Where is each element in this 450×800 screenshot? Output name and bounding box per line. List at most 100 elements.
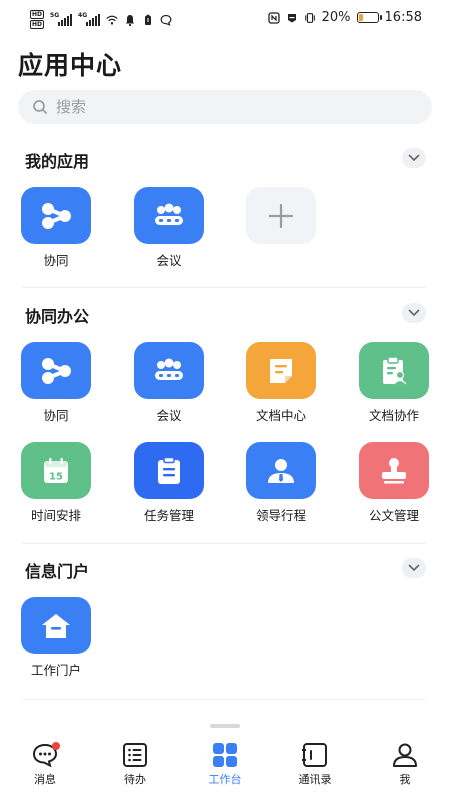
bottom-navigation: 消息 待办 工作台 通讯录 我 xyxy=(0,736,450,800)
my-apps-collapse-button[interactable] xyxy=(402,148,426,168)
app-label: 会议 xyxy=(156,253,182,268)
app-tile xyxy=(134,342,204,399)
section-divider xyxy=(22,543,426,544)
status-bar: HD HD 5G 4G 20% 16:58 xyxy=(0,0,450,40)
chat-status-icon xyxy=(160,14,172,26)
add-app-button[interactable] xyxy=(236,187,326,244)
nav-todo[interactable]: 待办 xyxy=(90,736,180,800)
app-tile: 15 xyxy=(21,442,91,499)
section-title-portal: 信息门户 xyxy=(25,562,90,581)
app-collaboration-office[interactable]: 协同 xyxy=(11,342,101,424)
app-document-center[interactable]: 文档中心 xyxy=(236,342,326,424)
section-divider xyxy=(22,287,426,288)
nav-profile[interactable]: 我 xyxy=(360,736,450,800)
calendar-icon: 15 xyxy=(44,457,68,483)
app-tile xyxy=(359,342,429,399)
document-collab-icon xyxy=(383,355,407,384)
app-tile xyxy=(359,442,429,499)
search-bar[interactable] xyxy=(18,90,432,124)
app-work-portal[interactable]: 工作门户 xyxy=(11,597,101,679)
app-tile xyxy=(134,442,204,499)
todo-icon xyxy=(123,743,147,767)
page-title: 应用中心 xyxy=(18,51,123,80)
app-label: 公文管理 xyxy=(368,508,419,523)
app-label: 协同 xyxy=(43,408,69,423)
leader-schedule-icon xyxy=(268,458,294,483)
app-task-management[interactable]: 任务管理 xyxy=(124,442,214,524)
app-label: 会议 xyxy=(156,408,182,423)
unread-badge xyxy=(52,742,60,750)
battery-percent: 20% xyxy=(321,10,351,25)
nfc-icon xyxy=(267,11,280,24)
app-label: 文档中心 xyxy=(255,408,306,423)
clock: 16:58 xyxy=(384,10,422,25)
app-tile xyxy=(21,342,91,399)
notification-bell-icon xyxy=(125,14,135,26)
section-divider xyxy=(22,699,426,700)
app-meeting[interactable]: 会议 xyxy=(124,187,214,269)
collaboration-icon xyxy=(42,202,71,229)
section-title-office: 协同办公 xyxy=(25,307,90,326)
section-title-my-apps: 我的应用 xyxy=(25,152,90,171)
document-icon xyxy=(270,358,292,383)
nav-label: 通讯录 xyxy=(298,773,332,786)
app-document-collab[interactable]: 文档协作 xyxy=(349,342,439,424)
chevron-down-icon xyxy=(408,309,420,317)
app-tile xyxy=(246,187,316,244)
app-document-management[interactable]: 公文管理 xyxy=(349,442,439,524)
chevron-down-icon xyxy=(408,564,420,572)
portal-collapse-button[interactable] xyxy=(402,558,426,578)
app-label: 领导行程 xyxy=(255,508,306,523)
nav-label: 消息 xyxy=(34,773,56,786)
contacts-icon xyxy=(302,743,327,767)
home-portal-icon xyxy=(42,613,70,638)
app-label: 时间安排 xyxy=(30,508,81,523)
app-tile xyxy=(134,187,204,244)
workbench-icon xyxy=(213,743,237,767)
network-label-4g: 4G xyxy=(78,11,88,19)
do-not-disturb-icon xyxy=(287,13,296,22)
hd-icon: HD HD xyxy=(30,10,45,29)
status-left: HD HD 5G 4G xyxy=(30,10,172,29)
signal-4g-icon: 4G xyxy=(78,11,101,26)
stamp-icon xyxy=(382,457,406,483)
scroll-handle[interactable] xyxy=(210,724,240,728)
meeting-icon xyxy=(155,358,183,380)
app-tile xyxy=(21,597,91,654)
battery-icon xyxy=(356,12,382,23)
status-right: 20% 16:58 xyxy=(267,10,422,25)
chevron-down-icon xyxy=(408,154,420,162)
vibrate-icon xyxy=(304,12,315,23)
collaboration-icon xyxy=(42,357,71,384)
nav-label: 工作台 xyxy=(208,773,242,786)
add-icon xyxy=(268,203,294,228)
app-label: 协同 xyxy=(43,253,69,268)
app-leader-schedule[interactable]: 领导行程 xyxy=(236,442,326,524)
nav-label: 待办 xyxy=(124,773,146,786)
signal-5g-icon: 5G xyxy=(50,11,73,26)
app-tile xyxy=(21,187,91,244)
task-icon xyxy=(158,456,180,484)
network-label-5g: 5G xyxy=(50,11,60,19)
search-icon xyxy=(33,100,47,114)
battery-alert-icon xyxy=(145,14,152,25)
calendar-day-number: 15 xyxy=(49,471,63,482)
nav-workbench[interactable]: 工作台 xyxy=(180,736,270,800)
app-tile xyxy=(246,442,316,499)
wifi-icon xyxy=(106,15,118,25)
nav-contacts[interactable]: 通讯录 xyxy=(270,736,360,800)
nav-label: 我 xyxy=(399,773,411,786)
app-tile xyxy=(246,342,316,399)
app-label: 任务管理 xyxy=(143,508,194,523)
app-collaboration[interactable]: 协同 xyxy=(11,187,101,269)
app-label: 文档协作 xyxy=(368,408,419,423)
profile-icon xyxy=(393,743,417,767)
app-label: 工作门户 xyxy=(30,663,81,678)
app-time-schedule[interactable]: 15 时间安排 xyxy=(11,442,101,524)
battery-level xyxy=(358,14,363,21)
office-collapse-button[interactable] xyxy=(402,303,426,323)
app-meeting-office[interactable]: 会议 xyxy=(124,342,214,424)
meeting-icon xyxy=(155,203,183,225)
nav-messages[interactable]: 消息 xyxy=(0,736,90,800)
search-input[interactable] xyxy=(54,97,398,117)
